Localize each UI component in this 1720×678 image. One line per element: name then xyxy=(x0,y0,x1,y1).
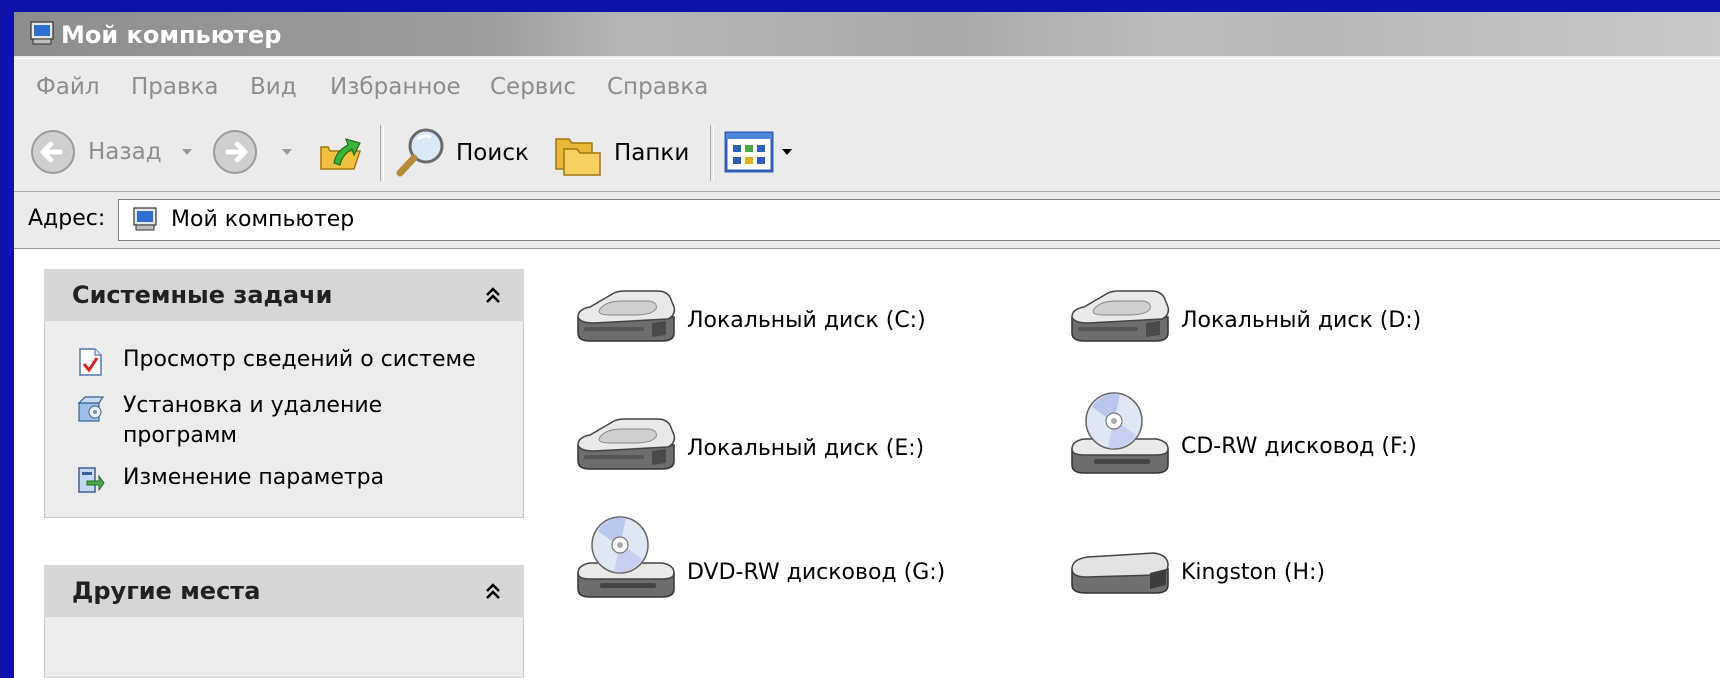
back-dropdown-icon[interactable] xyxy=(180,147,194,157)
address-label: Адрес: xyxy=(28,206,106,231)
task-label: Изменение параметра xyxy=(123,465,385,490)
hard-disk-icon xyxy=(1071,290,1170,342)
drive-item[interactable]: CD-RW дисковод (F:) xyxy=(1064,387,1464,477)
search-button[interactable]: Поиск xyxy=(394,125,544,179)
system-tasks-title: Системные задачи xyxy=(72,281,333,309)
folders-label: Папки xyxy=(614,140,690,166)
other-places-panel: Другие места xyxy=(44,565,524,678)
hard-disk-icon xyxy=(577,418,676,470)
removable-disk-icon xyxy=(1071,552,1169,594)
back-label: Назад xyxy=(88,139,162,165)
menu-edit[interactable]: Правка xyxy=(131,73,219,101)
system-tasks-body: Просмотр сведений о системе Установка и … xyxy=(44,321,524,518)
back-button[interactable]: Назад xyxy=(30,127,200,177)
dvd-drive-icon xyxy=(577,516,675,598)
explorer-window: Мой компьютер Файл Правка Вид Избранное … xyxy=(14,12,1720,678)
forward-dropdown-icon[interactable] xyxy=(280,147,294,157)
search-icon xyxy=(396,128,444,177)
drive-label: DVD-RW дисковод (G:) xyxy=(687,560,946,585)
drive-item[interactable]: Kingston (H:) xyxy=(1064,533,1464,623)
menu-help[interactable]: Справка xyxy=(607,73,708,101)
drive-label: Kingston (H:) xyxy=(1181,560,1326,585)
folders-icon xyxy=(555,138,601,176)
menu-file[interactable]: Файл xyxy=(36,73,100,101)
search-label: Поиск xyxy=(456,140,529,166)
toolbar-separator xyxy=(710,125,714,181)
other-places-title: Другие места xyxy=(72,577,261,605)
other-places-header[interactable]: Другие места xyxy=(44,565,524,617)
forward-arrow-icon xyxy=(213,130,257,174)
address-field[interactable]: Мой компьютер xyxy=(118,199,1720,241)
collapse-chevron-icon[interactable] xyxy=(480,283,506,309)
system-info-icon xyxy=(79,348,102,376)
up-folder-icon[interactable] xyxy=(318,129,364,175)
menu-view[interactable]: Вид xyxy=(250,73,297,101)
forward-button[interactable] xyxy=(212,127,302,177)
window-title: Мой компьютер xyxy=(61,21,282,49)
address-value: Мой компьютер xyxy=(171,207,355,232)
system-tasks-header[interactable]: Системные задачи xyxy=(44,269,524,321)
toolbar: Назад Поиск Папки xyxy=(14,113,1720,192)
toolbar-separator xyxy=(380,125,384,181)
change-setting-icon xyxy=(78,467,105,493)
menu-bar: Файл Правка Вид Избранное Сервис Справка xyxy=(14,58,1720,114)
title-bar[interactable]: Мой компьютер xyxy=(14,12,1720,56)
drive-label: Локальный диск (D:) xyxy=(1181,308,1422,333)
drive-label: CD-RW дисковод (F:) xyxy=(1181,434,1417,459)
other-places-body xyxy=(44,617,524,678)
system-tasks-panel: Системные задачи Просмотр сведений о сис… xyxy=(44,269,524,518)
address-bar: Адрес: Мой компьютер xyxy=(14,192,1720,249)
menu-favorites[interactable]: Избранное xyxy=(330,73,461,101)
collapse-chevron-icon[interactable] xyxy=(480,579,506,605)
drive-label: Локальный диск (E:) xyxy=(687,436,925,461)
drive-item[interactable]: DVD-RW дисковод (G:) xyxy=(570,511,970,601)
back-arrow-icon xyxy=(31,130,75,174)
drive-item[interactable]: Локальный диск (D:) xyxy=(1064,277,1464,367)
views-dropdown-icon[interactable] xyxy=(780,147,794,157)
drive-label: Локальный диск (C:) xyxy=(687,308,926,333)
my-computer-icon xyxy=(133,207,157,231)
views-button[interactable] xyxy=(724,129,804,175)
task-label: Установка и удаление программ xyxy=(123,393,383,448)
cd-drive-icon xyxy=(1071,392,1169,474)
my-computer-icon xyxy=(30,21,54,45)
content-area: Системные задачи Просмотр сведений о сис… xyxy=(14,249,1720,678)
drive-item[interactable]: Локальный диск (E:) xyxy=(570,405,970,495)
hard-disk-icon xyxy=(577,290,676,342)
add-remove-programs-icon xyxy=(77,396,105,422)
drive-item[interactable]: Локальный диск (C:) xyxy=(570,277,970,367)
views-icon xyxy=(724,131,774,173)
task-label: Просмотр сведений о системе xyxy=(123,347,476,372)
folders-button[interactable]: Папки xyxy=(554,125,704,179)
menu-tools[interactable]: Сервис xyxy=(490,73,576,101)
